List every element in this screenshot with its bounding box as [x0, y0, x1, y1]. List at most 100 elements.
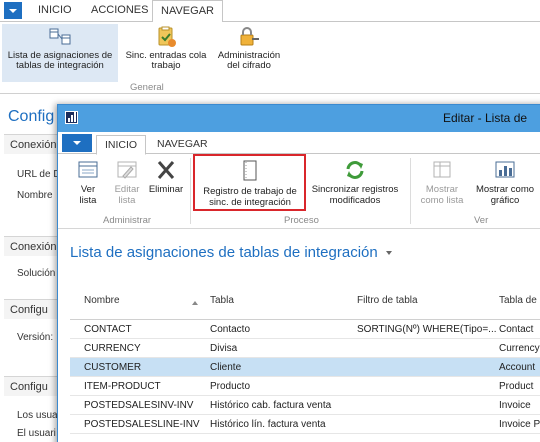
- edit-list-button[interactable]: Editar lista: [107, 157, 147, 206]
- ribbon-separator: [190, 158, 191, 224]
- ribbon-separator: [410, 158, 411, 224]
- list-title[interactable]: Lista de asignaciones de tablas de integ…: [70, 244, 392, 261]
- encryption-key-icon: [240, 27, 259, 46]
- ribbon-group-administrar: Administrar: [103, 215, 152, 226]
- field-solution: Solución: [17, 268, 56, 279]
- bg-tab-acciones[interactable]: ACCIONES: [91, 4, 148, 16]
- field-user: El usuari: [17, 428, 56, 439]
- bg-tab-inicio[interactable]: INICIO: [38, 4, 72, 16]
- cell-target: Invoice: [499, 400, 531, 411]
- edit-window: Editar - Lista de INICIO NAVEGAR Ver lis…: [57, 104, 540, 442]
- table-row[interactable]: CONTACT Contacto SORTING(Nº) WHERE(Tipo=…: [70, 320, 540, 339]
- table-row[interactable]: POSTEDSALESINV-INV Histórico cab. factur…: [70, 396, 540, 415]
- label-line2: como lista: [420, 194, 464, 206]
- mapping-table: Nombre Tabla Filtro de tabla Tabla de CO…: [70, 280, 540, 434]
- encryption-management-button[interactable]: Administración del cifrado: [213, 24, 285, 82]
- window-title: Editar - Lista de: [443, 111, 528, 125]
- window-ribbon-tabs: INICIO NAVEGAR: [58, 132, 540, 155]
- list-title-text: Lista de asignaciones de tablas de integ…: [70, 244, 378, 261]
- label-line1: Eliminar: [148, 184, 184, 195]
- section-config-2[interactable]: Configu: [4, 376, 64, 396]
- ribbon-group-proceso: Proceso: [284, 215, 319, 226]
- tab-navegar[interactable]: NAVEGAR: [157, 138, 208, 150]
- edit-list-icon: [117, 161, 137, 179]
- section-connection-2[interactable]: Conexión: [4, 236, 64, 256]
- sync-queue-icon: [158, 26, 176, 47]
- cell-name: POSTEDSALESLINE-INV: [84, 419, 200, 430]
- ribbon-group-general: General: [130, 82, 164, 93]
- label-line2: trabajo: [151, 60, 181, 71]
- cell-name: POSTEDSALESINV-INV: [84, 400, 194, 411]
- table-row[interactable]: CURRENCY Divisa Currency: [70, 339, 540, 358]
- bg-tab-navegar[interactable]: NAVEGAR: [152, 0, 223, 23]
- column-header-name[interactable]: Nombre: [84, 295, 120, 306]
- cell-name: CUSTOMER: [84, 362, 142, 373]
- integration-table-mapping-list-button[interactable]: Lista de asignaciones de tablas de integ…: [2, 24, 118, 82]
- cell-table: Cliente: [210, 362, 242, 373]
- cell-table: Histórico lín. factura venta: [210, 419, 326, 430]
- cell-target: Product: [499, 381, 534, 392]
- cell-table: Producto: [210, 381, 251, 392]
- field-users: Los usua: [17, 410, 58, 421]
- label-line2: lista: [79, 194, 97, 206]
- cell-table: Contacto: [210, 324, 251, 335]
- column-header-table-filter[interactable]: Filtro de tabla: [357, 295, 418, 306]
- delete-button[interactable]: Eliminar: [145, 157, 187, 196]
- label-line2: lista: [118, 194, 136, 206]
- cell-table: Histórico cab. factura venta: [210, 400, 332, 411]
- cell-name: ITEM-PRODUCT: [84, 381, 161, 392]
- table-row[interactable]: POSTEDSALESLINE-INV Histórico lín. factu…: [70, 415, 540, 434]
- ribbon-group-ver: Ver: [474, 215, 489, 226]
- tab-inicio[interactable]: INICIO: [96, 135, 147, 155]
- column-header-target-table[interactable]: Tabla de: [499, 295, 537, 306]
- show-as-chart-button[interactable]: Mostrar como gráfico: [470, 157, 540, 206]
- chevron-down-icon[interactable]: [385, 251, 392, 256]
- label-line1: Mostrar como: [475, 184, 535, 195]
- label-line1: Editar: [114, 184, 140, 195]
- view-list-button[interactable]: Ver lista: [68, 157, 108, 206]
- window-titlebar[interactable]: Editar - Lista de: [58, 105, 540, 132]
- cell-table: Divisa: [210, 343, 238, 354]
- background-ribbon-tabs: INICIO ACCIONES NAVEGAR: [0, 0, 540, 23]
- label-line1: Mostrar: [425, 184, 459, 195]
- label-line1: Sincronizar registros: [311, 184, 399, 195]
- sync-modified-records-button[interactable]: Sincronizar registros modificados: [307, 157, 403, 206]
- cell-target: Currency: [499, 343, 540, 354]
- label-line1: Ver: [80, 184, 96, 195]
- field-url: URL de D: [17, 169, 61, 180]
- section-connection[interactable]: Conexión: [4, 134, 64, 154]
- show-as-list-button[interactable]: Mostrar como lista: [414, 157, 470, 206]
- label-line2: tablas de integración: [16, 60, 104, 71]
- field-name: Nombre: [17, 190, 53, 201]
- cell-target: Account: [499, 362, 536, 373]
- cell-name: CURRENCY: [84, 343, 141, 354]
- app-logo-icon: [65, 111, 78, 124]
- delete-icon: [157, 161, 175, 179]
- chart-icon: [495, 161, 515, 178]
- page-title: Config: [8, 108, 55, 125]
- cell-name: CONTACT: [84, 324, 132, 335]
- background-ribbon: Lista de asignaciones de tablas de integ…: [0, 22, 540, 94]
- highlight-box: [193, 154, 306, 211]
- label-line2: gráfico: [490, 194, 520, 206]
- sort-ascending-icon: [192, 301, 198, 305]
- label-line2: modificados: [329, 194, 381, 206]
- cell-target: Contact: [499, 324, 534, 335]
- cell-target: Invoice P: [499, 419, 540, 430]
- table-row[interactable]: ITEM-PRODUCT Producto Product: [70, 377, 540, 396]
- application-menu-button[interactable]: [4, 2, 22, 19]
- field-version: Versión:: [17, 332, 54, 343]
- view-list-icon: [78, 161, 98, 178]
- column-header-table[interactable]: Tabla: [210, 295, 234, 306]
- sync-job-queue-entries-button[interactable]: Sinc. entradas cola trabajo: [121, 24, 211, 82]
- table-row-selected[interactable]: CUSTOMER Cliente Account: [70, 358, 540, 377]
- window-ribbon: Ver lista Editar lista Eliminar Administ…: [58, 154, 540, 229]
- section-config[interactable]: Configu: [4, 299, 64, 319]
- show-list-icon: [433, 161, 451, 178]
- sync-icon: [346, 161, 364, 179]
- table-mapping-icon: [49, 28, 71, 45]
- label-line2: del cifrado: [227, 60, 271, 71]
- cell-filter: SORTING(Nº) WHERE(Tipo=...: [357, 324, 497, 335]
- table-header: Nombre Tabla Filtro de tabla Tabla de: [70, 280, 540, 320]
- window-menu-button[interactable]: [62, 134, 92, 152]
